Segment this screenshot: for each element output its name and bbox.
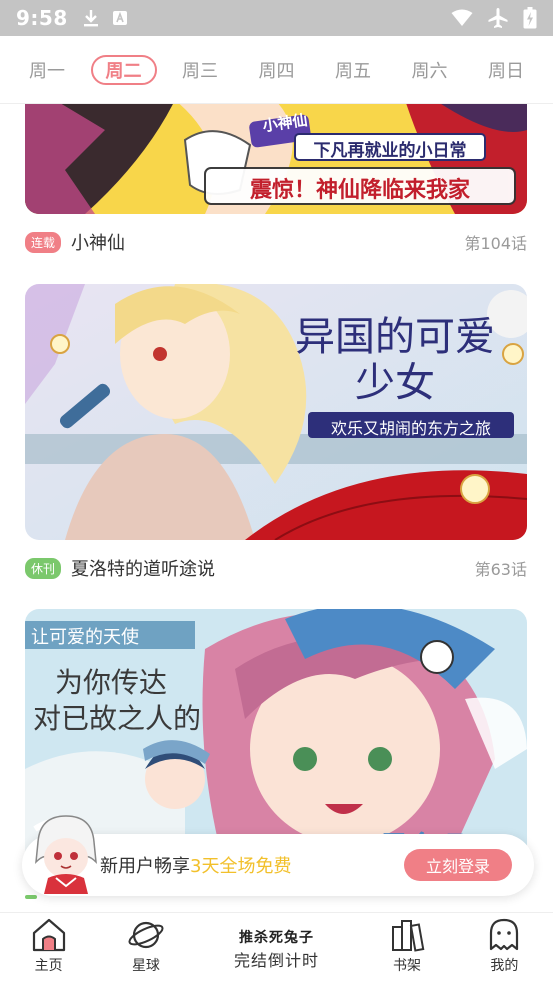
app-screen: 9:58 周一 周二 周三 周四 周五 周六 周日 小神仙 下凡再就业的小日常 … xyxy=(0,0,553,983)
tab-friday[interactable]: 周五 xyxy=(320,55,386,85)
status-badge: 休刊 xyxy=(25,557,62,579)
banner-subtitle: 欢乐又胡闹的东方之旅 xyxy=(330,419,491,438)
promo-text-highlight: 3天全场免费 xyxy=(190,856,292,877)
new-user-promo[interactable]: 新用户畅享3天全场免费 立刻登录 xyxy=(22,815,534,896)
login-button[interactable]: 立刻登录 xyxy=(404,849,512,881)
banner-headline: 震惊！神仙降临来我家 xyxy=(249,178,470,203)
countdown-line1: 推杀死兔子 xyxy=(238,930,314,946)
nav-shelf-label: 书架 xyxy=(393,958,422,974)
tab-saturday[interactable]: 周六 xyxy=(397,55,463,85)
wifi-icon xyxy=(451,9,473,26)
countdown-line2: 完结倒计时 xyxy=(233,951,319,970)
nav-shelf[interactable]: 书架 xyxy=(358,913,455,975)
bookshelf-icon xyxy=(392,920,425,952)
nav-mine[interactable]: 我的 xyxy=(456,913,553,975)
comic-card[interactable]: 异国的可爱少女 欢乐又胡闹的东方之旅 休刊 夏洛特的道听途说 第63话 xyxy=(25,284,527,588)
tab-wednesday[interactable]: 周三 xyxy=(167,55,233,85)
chapter-label: 第63话 xyxy=(474,560,527,579)
nav-home-label: 主页 xyxy=(34,958,63,974)
tab-tuesday[interactable]: 周二 xyxy=(90,54,157,85)
planet-icon xyxy=(128,921,164,949)
airplane-icon xyxy=(488,8,508,28)
nav-countdown[interactable]: 推杀死兔子 完结倒计时 xyxy=(195,913,359,971)
status-time: 9:58 xyxy=(16,6,68,30)
status-badge xyxy=(25,895,37,899)
banner-tag: 让可爱的天使 xyxy=(31,627,139,648)
comic-meta: 连载 小神仙 第104话 xyxy=(25,222,527,262)
comic-title[interactable]: 夏洛特的道听途说 xyxy=(71,555,215,581)
tab-sunday[interactable]: 周日 xyxy=(473,55,539,85)
comic-title[interactable]: 小神仙 xyxy=(71,229,125,255)
tab-thursday[interactable]: 周四 xyxy=(244,55,310,85)
mascot-avatar xyxy=(35,815,97,894)
profile-ghost-icon xyxy=(490,918,519,951)
status-badge: 连载 xyxy=(25,231,62,253)
comic-list: 小神仙 下凡再就业的小日常 震惊！神仙降临来我家 连载 小神仙 第104话 异国… xyxy=(0,104,553,912)
font-icon xyxy=(112,11,127,25)
tab-monday[interactable]: 周一 xyxy=(14,55,80,85)
nav-home[interactable]: 主页 xyxy=(0,913,97,975)
banner-subtitle: 下凡再就业的小日常 xyxy=(313,141,467,161)
promo-text: 新用户畅享3天全场免费 xyxy=(100,852,291,878)
countdown-logo: 推杀死兔子 完结倒计时 xyxy=(234,927,319,971)
comic-card[interactable]: 小神仙 下凡再就业的小日常 震惊！神仙降临来我家 连载 小神仙 第104话 xyxy=(25,104,527,262)
banner-line1: 为你传达 xyxy=(55,666,168,699)
download-icon xyxy=(83,10,98,27)
comic-meta: 休刊 夏洛特的道听途说 第63话 xyxy=(25,548,527,588)
weekday-tabs: 周一 周二 周三 周四 周五 周六 周日 xyxy=(0,36,553,104)
status-bar: 9:58 xyxy=(0,0,553,36)
comic-banner[interactable]: 异国的可爱少女 欢乐又胡闹的东方之旅 xyxy=(25,284,527,540)
nav-mine-label: 我的 xyxy=(490,958,519,974)
nav-planet[interactable]: 星球 xyxy=(97,913,194,975)
banner-headline: 异国的可爱少女 xyxy=(295,314,495,406)
chapter-label: 第104话 xyxy=(464,234,527,253)
bottom-nav: 主页 星球 推杀死兔子 完结倒计时 书架 我的 xyxy=(0,912,553,983)
comic-banner[interactable]: 小神仙 下凡再就业的小日常 震惊！神仙降临来我家 xyxy=(25,104,527,214)
banner-line2: 对已故之人的 xyxy=(33,702,202,735)
battery-charging-icon xyxy=(523,7,537,29)
promo-text-prefix: 新用户畅享 xyxy=(100,856,190,877)
nav-planet-label: 星球 xyxy=(131,958,160,974)
home-icon xyxy=(32,918,65,952)
